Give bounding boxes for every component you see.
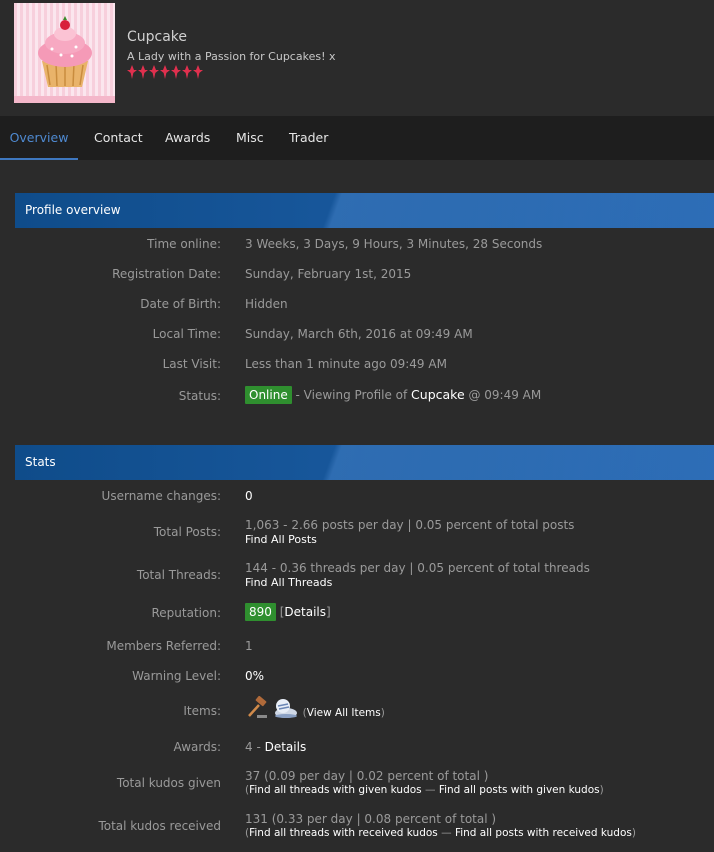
stats-panel: Username changes: 0 Total Posts: 1,063 -… — [15, 480, 714, 852]
awards-details-link[interactable]: Details — [265, 740, 307, 754]
label: Time online: — [147, 237, 221, 251]
user-title: A Lady with a Passion for Cupcakes! x — [127, 50, 336, 63]
label: Registration Date: — [112, 267, 221, 281]
cupcake-avatar-icon — [14, 16, 115, 103]
find-threads-given-kudos-link[interactable]: Find all threads with given kudos — [249, 784, 422, 796]
paren: ) — [631, 827, 636, 839]
value: Less than 1 minute ago 09:49 AM — [245, 357, 447, 371]
profile-tabs: Overview Contact Awards Misc Trader — [0, 116, 714, 160]
separator: — — [421, 784, 439, 796]
profile-header: Cupcake A Lady with a Passion for Cupcak… — [0, 0, 714, 116]
status-user-link[interactable]: Cupcake — [411, 387, 465, 402]
label: Status: — [178, 389, 221, 403]
value: Hidden — [245, 297, 288, 311]
status-text: - Viewing Profile of — [291, 388, 412, 402]
section-title: Profile overview — [25, 203, 121, 217]
star-rating — [127, 65, 203, 79]
separator: — — [437, 827, 455, 839]
section-title: Stats — [25, 455, 56, 469]
view-all-items-link[interactable]: View All Items — [307, 707, 381, 719]
tab-contact[interactable]: Contact — [94, 116, 143, 160]
tab-trader[interactable]: Trader — [289, 116, 328, 160]
value: Sunday, February 1st, 2015 — [245, 267, 412, 281]
value: 1 — [245, 639, 253, 653]
label: Last Visit: — [162, 357, 221, 371]
value: Sunday, March 6th, 2016 at 09:49 AM — [245, 327, 473, 341]
label: Local Time: — [152, 327, 221, 341]
find-posts-given-kudos-link[interactable]: Find all posts with given kudos — [439, 784, 600, 796]
tab-misc[interactable]: Misc — [236, 116, 264, 160]
kudos-received-links: (Find all threads with received kudos — … — [245, 827, 636, 839]
awards-count: 4 - — [245, 740, 265, 754]
label: Awards: — [173, 740, 221, 754]
star-icon — [193, 65, 203, 79]
value: 144 - 0.36 threads per day | 0.05 percen… — [245, 561, 590, 575]
paren: ) — [599, 784, 604, 796]
value: 131 (0.33 per day | 0.08 percent of tota… — [245, 812, 497, 826]
label: Items: — [183, 704, 221, 718]
value: Online - Viewing Profile of Cupcake @ 09… — [245, 386, 541, 404]
find-all-posts-link[interactable]: Find All Posts — [245, 533, 317, 546]
value: 0 — [245, 489, 253, 503]
gavel-icon[interactable] — [245, 695, 269, 720]
label: Members Referred: — [106, 639, 221, 653]
star-icon — [149, 65, 159, 79]
label: Date of Birth: — [140, 297, 221, 311]
paren: ) — [380, 706, 385, 719]
stats-header: Stats — [15, 445, 714, 480]
label: Total kudos given — [116, 776, 221, 790]
value: 4 - Details — [245, 740, 306, 754]
find-threads-received-kudos-link[interactable]: Find all threads with received kudos — [249, 827, 438, 839]
profile-overview-panel: Time online: 3 Weeks, 3 Days, 9 Hours, 3… — [15, 228, 714, 420]
label: Total Posts: — [153, 525, 221, 539]
label: Warning Level: — [132, 669, 221, 683]
bracket: ] — [326, 605, 331, 619]
value: 1,063 - 2.66 posts per day | 0.05 percen… — [245, 518, 575, 532]
value: 890 [Details] — [245, 603, 331, 621]
value: 3 Weeks, 3 Days, 9 Hours, 3 Minutes, 28 … — [245, 237, 543, 251]
kudos-given-links: (Find all threads with given kudos — Fin… — [245, 784, 604, 796]
value[interactable]: 0% — [245, 669, 264, 683]
status-time: @ 09:49 AM — [464, 388, 542, 402]
tab-awards[interactable]: Awards — [165, 116, 210, 160]
value: 37 (0.09 per day | 0.02 percent of total… — [245, 769, 489, 783]
star-icon — [127, 65, 137, 79]
reputation-badge: 890 — [245, 603, 276, 621]
find-all-threads-link[interactable]: Find All Threads — [245, 576, 332, 589]
label: Username changes: — [101, 489, 221, 503]
star-icon — [171, 65, 181, 79]
tab-overview[interactable]: Overview — [0, 116, 78, 160]
username: Cupcake — [127, 29, 188, 45]
find-posts-received-kudos-link[interactable]: Find all posts with received kudos — [455, 827, 632, 839]
profile-overview-header: Profile overview — [15, 193, 714, 228]
star-icon — [182, 65, 192, 79]
label: Reputation: — [151, 606, 222, 620]
status-badge: Online — [245, 386, 292, 404]
star-icon — [160, 65, 170, 79]
label: Total kudos received — [98, 819, 221, 833]
reputation-details-link[interactable]: Details — [284, 605, 326, 619]
star-icon — [138, 65, 148, 79]
value: (View All Items) — [245, 695, 385, 720]
sneaker-icon[interactable] — [273, 696, 299, 720]
avatar[interactable] — [14, 3, 115, 103]
label: Total Threads: — [136, 568, 221, 582]
